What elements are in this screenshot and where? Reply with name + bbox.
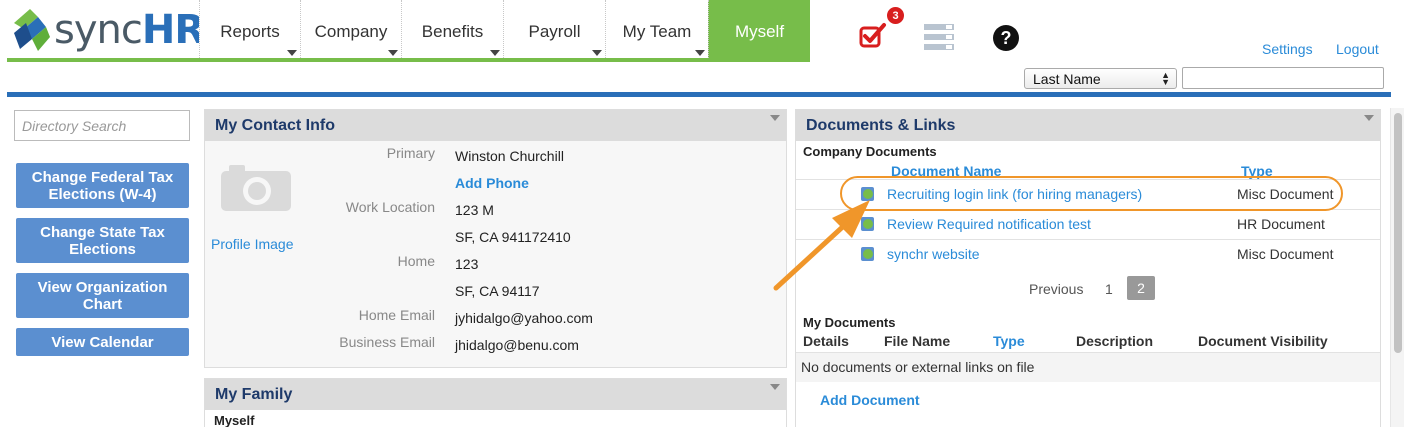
scroll-thumb[interactable] [1394, 113, 1402, 353]
documents-panel: Documents & Links Company Documents Docu… [795, 109, 1381, 427]
annotation-arrow-icon [773, 200, 870, 291]
synchr-logo[interactable]: syncHR [10, 4, 205, 56]
logout-link[interactable]: Logout [1336, 41, 1379, 57]
nav-payroll[interactable]: Payroll [503, 0, 605, 62]
home-label: Home [397, 253, 435, 269]
document-row: synchr website Misc Document [796, 239, 1380, 269]
chevron-down-icon [490, 50, 500, 56]
add-phone-link[interactable]: Add Phone [455, 175, 529, 191]
chevron-down-icon [388, 50, 398, 56]
col-details: Details [803, 333, 849, 349]
synchr-logo-icon [14, 9, 50, 51]
checkbox-check-icon[interactable] [858, 20, 888, 50]
annotation-highlight [840, 176, 1343, 211]
pager-previous[interactable]: Previous [1029, 281, 1083, 297]
col-file-name: File Name [884, 333, 951, 349]
work-location-line2: SF, CA 941172410 [455, 229, 571, 245]
app-header: syncHR Reports Company Benefits Payroll … [0, 0, 1413, 92]
my-documents-title: My Documents [803, 315, 896, 330]
chevron-down-icon [287, 50, 297, 56]
pager-page-current[interactable]: 2 [1127, 276, 1155, 300]
page-scrollbar[interactable] [1390, 108, 1404, 427]
profile-image-link[interactable]: Profile Image [211, 236, 293, 252]
document-link[interactable]: synchr website [887, 246, 980, 262]
home-line2: SF, CA 94117 [455, 283, 540, 299]
select-value: Last Name [1033, 71, 1101, 87]
business-email-label: Business Email [339, 334, 435, 350]
documents-header: Documents & Links [796, 110, 1380, 141]
nav-company[interactable]: Company [300, 0, 401, 62]
change-federal-tax-button[interactable]: Change Federal Tax Elections (W-4) [16, 163, 189, 208]
contact-info-panel: My Contact Info Profile Image Primary Wi… [204, 109, 787, 368]
directory-search-input[interactable]: Directory Search [14, 110, 190, 141]
logo-wordmark: syncHR [54, 7, 205, 53]
business-email-value: jhidalgo@benu.com [455, 337, 579, 353]
help-icon[interactable]: ? [993, 25, 1019, 51]
search-field-select[interactable]: Last Name ▲ ▼ [1024, 68, 1177, 89]
settings-link[interactable]: Settings [1262, 41, 1313, 57]
change-state-tax-button[interactable]: Change State Tax Elections [16, 218, 189, 263]
chevron-down-icon [695, 50, 705, 56]
nav-label: Myself [734, 22, 785, 41]
nav-my-team[interactable]: My Team [605, 0, 708, 62]
company-documents-title: Company Documents [803, 144, 937, 159]
primary-label: Primary [386, 145, 435, 161]
tasks-badge: 3 [886, 6, 905, 25]
col-description: Description [1076, 333, 1154, 349]
collapse-icon[interactable] [770, 115, 780, 121]
contact-info-body: Profile Image Primary Winston Churchill … [205, 141, 786, 367]
camera-icon [221, 165, 291, 211]
nav-reports[interactable]: Reports [199, 0, 300, 62]
document-link[interactable]: Review Required notification test [887, 216, 1091, 232]
contact-info-header: My Contact Info [205, 110, 786, 141]
home-line1: 123 [455, 256, 479, 272]
family-header: My Family [205, 379, 786, 410]
work-location-label: Work Location [345, 199, 435, 215]
nav-underline [7, 58, 810, 62]
work-location-line1: 123 M [455, 202, 494, 218]
nav-label: Reports [220, 22, 280, 41]
family-panel: My Family Myself [204, 378, 787, 427]
select-arrows-icon: ▲ ▼ [1161, 70, 1170, 87]
nav-myself[interactable]: Myself [708, 0, 810, 62]
employee-search-input[interactable] [1182, 67, 1384, 89]
collapse-icon[interactable] [1364, 115, 1374, 121]
document-row: Review Required notification test HR Doc… [796, 209, 1380, 239]
view-org-chart-button[interactable]: View Organization Chart [16, 273, 189, 318]
document-type: Misc Document [1237, 246, 1334, 262]
nav-benefits[interactable]: Benefits [401, 0, 503, 62]
empty-row: No documents or external links on file [796, 352, 1380, 382]
add-document-link[interactable]: Add Document [820, 392, 920, 408]
empty-message: No documents or external links on file [801, 359, 1035, 375]
list-view-icon[interactable] [924, 24, 954, 50]
main-nav: Reports Company Benefits Payroll My Team… [199, 0, 810, 62]
nav-label: Payroll [528, 22, 581, 41]
panel-title: Documents & Links [806, 117, 956, 134]
pager-page-1[interactable]: 1 [1105, 281, 1113, 297]
header-divider [7, 92, 1391, 97]
panel-title: My Family [215, 386, 293, 403]
panel-title: My Contact Info [215, 117, 335, 134]
home-email-value: jyhidalgo@yahoo.com [455, 310, 593, 326]
chevron-down-icon [592, 50, 602, 56]
nav-label: My Team [622, 22, 692, 41]
family-subtitle: Myself [214, 413, 255, 427]
col-my-type[interactable]: Type [993, 333, 1025, 349]
nav-label: Company [314, 22, 388, 41]
collapse-icon[interactable] [770, 384, 780, 390]
nav-label: Benefits [421, 22, 484, 41]
col-document-visibility: Document Visibility [1198, 333, 1328, 349]
view-calendar-button[interactable]: View Calendar [16, 328, 189, 356]
home-email-label: Home Email [358, 307, 435, 323]
primary-value: Winston Churchill [455, 148, 564, 164]
document-type: HR Document [1237, 216, 1325, 232]
